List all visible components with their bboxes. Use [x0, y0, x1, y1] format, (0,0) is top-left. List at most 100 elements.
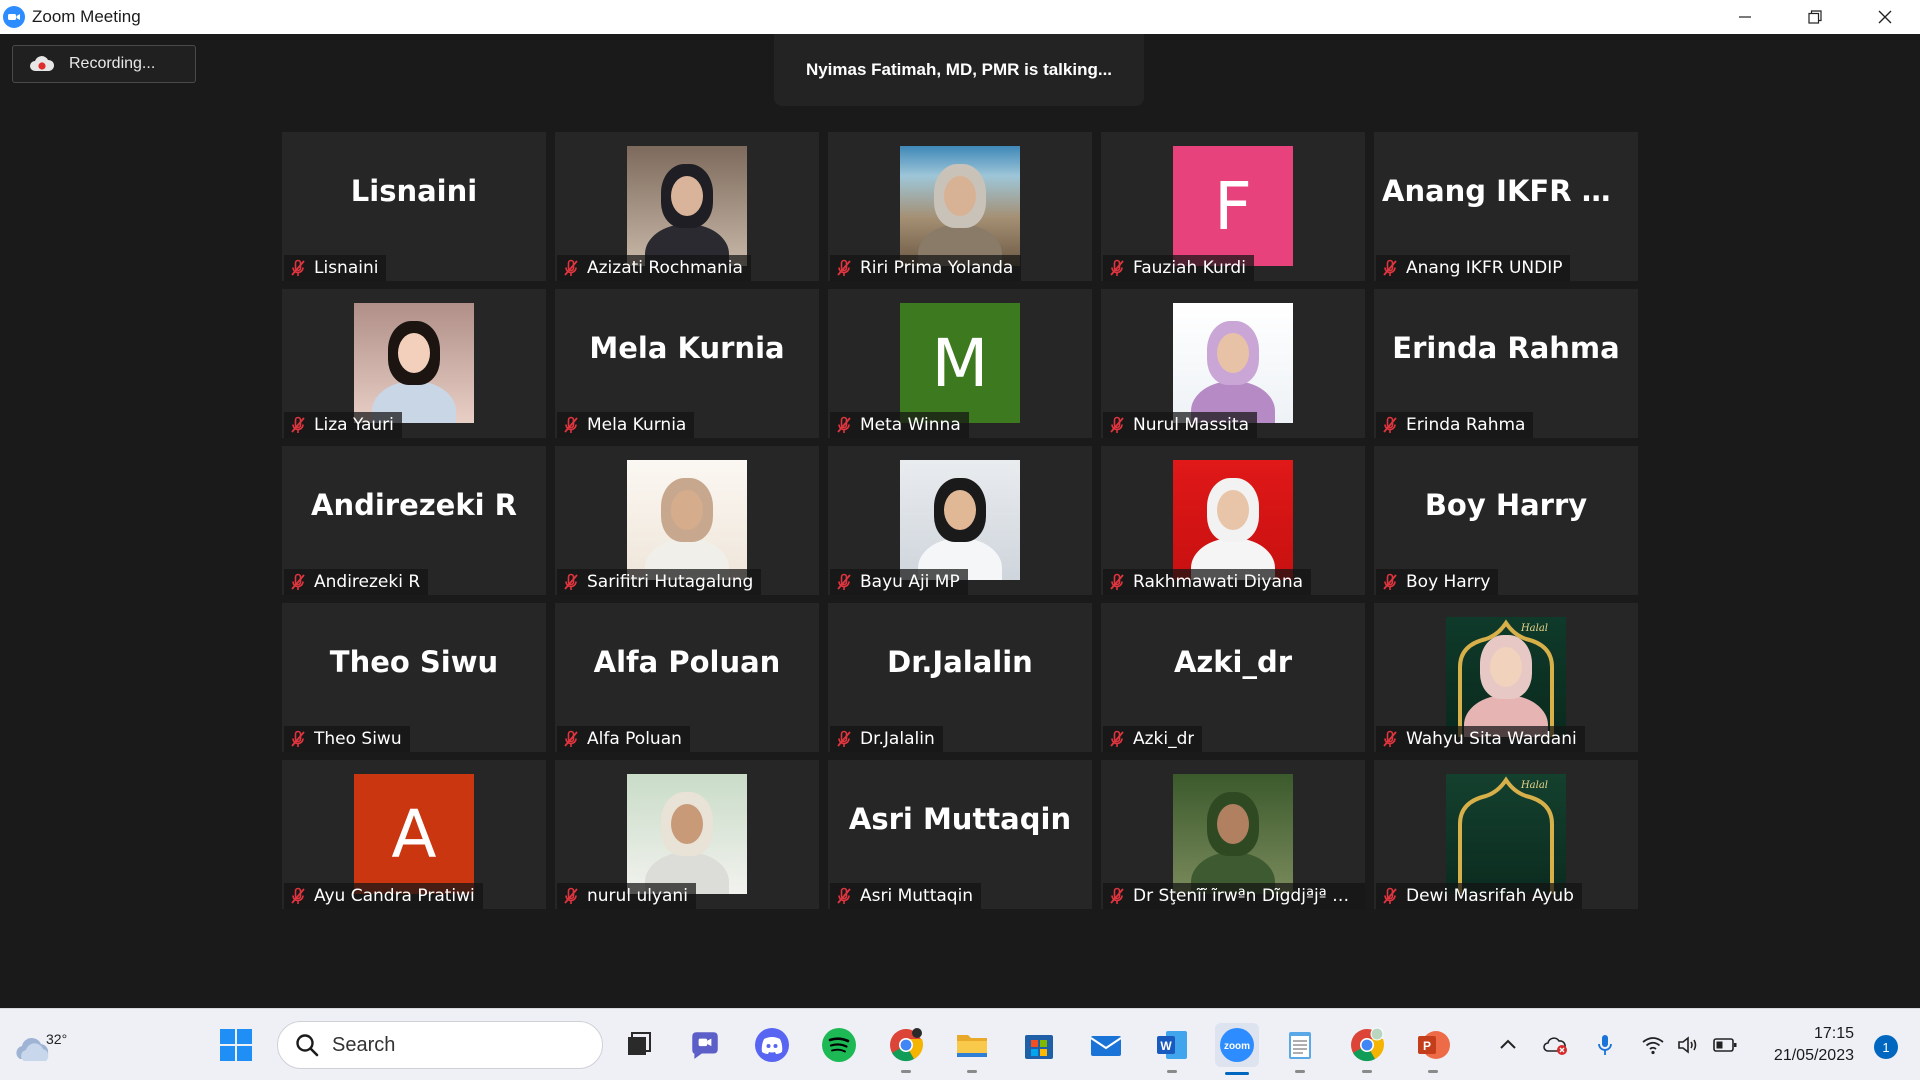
- participant-tile[interactable]: Alfa Poluan Alfa Poluan: [555, 603, 819, 752]
- word-icon: W: [1157, 1031, 1187, 1059]
- participant-tile[interactable]: Sarifitri Hutagalung: [555, 446, 819, 595]
- taskbar-search[interactable]: Search: [277, 1021, 603, 1069]
- participant-tile[interactable]: Azizati Rochmania: [555, 132, 819, 281]
- search-icon: [296, 1034, 319, 1057]
- svg-text:Halal: Halal: [1520, 780, 1548, 791]
- participant-nameplate: Bayu Aji MP: [830, 569, 968, 595]
- spotify-button[interactable]: [819, 1025, 859, 1065]
- battery-tray[interactable]: [1712, 1033, 1737, 1057]
- volume-tray[interactable]: [1676, 1033, 1700, 1057]
- restore-button[interactable]: [1780, 0, 1850, 34]
- participant-nameplate: Liza Yauri: [284, 412, 402, 438]
- muted-microphone-icon: [1383, 887, 1397, 904]
- participant-tile[interactable]: M Meta Winna: [828, 289, 1092, 438]
- participant-nameplate: Sarifitri Hutagalung: [557, 569, 762, 595]
- participant-tile[interactable]: Erinda Rahma Erinda Rahma: [1374, 289, 1638, 438]
- participant-name: Riri Prima Yolanda: [860, 258, 1014, 278]
- onedrive-tray[interactable]: [1543, 1033, 1567, 1057]
- mail-button[interactable]: [1086, 1025, 1126, 1065]
- task-view-button[interactable]: [618, 1025, 658, 1065]
- chrome-icon: [890, 1028, 924, 1062]
- participant-tile[interactable]: Riri Prima Yolanda: [828, 132, 1092, 281]
- muted-microphone-icon: [1110, 573, 1124, 590]
- wifi-tray[interactable]: [1641, 1033, 1665, 1057]
- participant-tile[interactable]: Asri Muttaqin Asri Muttaqin: [828, 760, 1092, 909]
- folder-icon: [957, 1035, 987, 1057]
- participant-name: Wahyu Sita Wardani: [1406, 729, 1577, 749]
- close-button[interactable]: [1850, 0, 1920, 34]
- chrome-button[interactable]: [886, 1025, 926, 1073]
- microphone-tray[interactable]: [1593, 1033, 1617, 1057]
- muted-microphone-icon: [564, 730, 578, 747]
- participant-photo: [627, 460, 747, 580]
- file-explorer-button[interactable]: [952, 1025, 992, 1073]
- participant-tile[interactable]: Azki_dr Azki_dr: [1101, 603, 1365, 752]
- participant-name: Dewi Masrifah Ayub: [1406, 886, 1574, 906]
- participant-tile[interactable]: A Ayu Candra Pratiwi: [282, 760, 546, 909]
- participant-tile[interactable]: Halal Dewi Masrifah Ayub: [1374, 760, 1638, 909]
- battery-icon: [1713, 1038, 1737, 1052]
- cloud-error-icon: [1543, 1037, 1567, 1055]
- microphone-icon: [1598, 1035, 1612, 1055]
- participant-tile[interactable]: Mela Kurnia Mela Kurnia: [555, 289, 819, 438]
- discord-button[interactable]: [752, 1025, 792, 1065]
- zoom-taskbar-button[interactable]: zoom: [1215, 1023, 1259, 1075]
- zoom-app-icon: [3, 6, 25, 28]
- participant-tile[interactable]: Bayu Aji MP: [828, 446, 1092, 595]
- svg-text:Halal: Halal: [1520, 623, 1548, 634]
- participant-tile[interactable]: Rakhmawati Diyana: [1101, 446, 1365, 595]
- participant-name: Sarifitri Hutagalung: [587, 572, 754, 592]
- participant-name: Erinda Rahma: [1406, 415, 1526, 435]
- muted-microphone-icon: [291, 887, 305, 904]
- participant-tile[interactable]: Dr.Jalalin Dr.Jalalin: [828, 603, 1092, 752]
- chrome-profile-button[interactable]: [1347, 1025, 1387, 1073]
- participant-tile[interactable]: Halal Wahyu Sita Wardani: [1374, 603, 1638, 752]
- show-hidden-icons-button[interactable]: [1496, 1033, 1520, 1057]
- window-controls: [1710, 0, 1920, 34]
- speaker-icon: [1678, 1036, 1697, 1054]
- spotify-icon: [822, 1028, 856, 1062]
- svg-text:W: W: [1160, 1039, 1172, 1053]
- participant-tile[interactable]: Lisnaini Lisnaini: [282, 132, 546, 281]
- powerpoint-button[interactable]: P: [1413, 1025, 1453, 1073]
- participant-tile[interactable]: Nurul Massita: [1101, 289, 1365, 438]
- participant-name: Azizati Rochmania: [587, 258, 743, 278]
- muted-microphone-icon: [291, 730, 305, 747]
- participant-tile[interactable]: F Fauziah Kurdi: [1101, 132, 1365, 281]
- participant-name: Rakhmawati Diyana: [1133, 572, 1304, 592]
- muted-microphone-icon: [1110, 259, 1124, 276]
- participant-tile[interactable]: Liza Yauri: [282, 289, 546, 438]
- participant-name: Dr Sţenĩĩ ĩrwªn Dĩgdjªjª S...: [1133, 886, 1357, 906]
- participant-tile[interactable]: Dr Sţenĩĩ ĩrwªn Dĩgdjªjª S...: [1101, 760, 1365, 909]
- muted-microphone-icon: [1383, 573, 1397, 590]
- muted-microphone-icon: [564, 573, 578, 590]
- notepad-button[interactable]: [1280, 1025, 1320, 1073]
- participant-name: Bayu Aji MP: [860, 572, 960, 592]
- mail-icon: [1090, 1036, 1122, 1056]
- minimize-button[interactable]: [1710, 0, 1780, 34]
- notification-badge[interactable]: 1: [1874, 1035, 1898, 1059]
- participant-tile[interactable]: nurul ulyani: [555, 760, 819, 909]
- weather-widget[interactable]: 32°: [12, 1021, 67, 1069]
- recording-indicator[interactable]: Recording...: [12, 45, 196, 83]
- participant-tile[interactable]: Boy Harry Boy Harry: [1374, 446, 1638, 595]
- participant-photo: [900, 146, 1020, 266]
- word-button[interactable]: W: [1152, 1025, 1192, 1073]
- participant-name: Meta Winna: [860, 415, 961, 435]
- microsoft-store-button[interactable]: [1019, 1025, 1059, 1065]
- participant-tile[interactable]: Anang IKFR UN... Anang IKFR UNDIP: [1374, 132, 1638, 281]
- muted-microphone-icon: [291, 259, 305, 276]
- system-clock[interactable]: 17:15 21/05/2023: [1774, 1023, 1854, 1067]
- teams-chat-button[interactable]: [685, 1025, 725, 1065]
- participant-nameplate: Nurul Massita: [1103, 412, 1257, 438]
- start-button[interactable]: [216, 1025, 256, 1065]
- window-title: Zoom Meeting: [32, 7, 141, 26]
- zoom-icon: zoom: [1220, 1028, 1254, 1062]
- svg-text:zoom: zoom: [1224, 1041, 1250, 1052]
- participant-tile[interactable]: Andirezeki R Andirezeki R: [282, 446, 546, 595]
- clock-time: 17:15: [1813, 1025, 1854, 1042]
- participant-photo: [1173, 460, 1293, 580]
- participant-tile[interactable]: Theo Siwu Theo Siwu: [282, 603, 546, 752]
- muted-microphone-icon: [837, 887, 851, 904]
- recording-label: Recording...: [69, 55, 156, 72]
